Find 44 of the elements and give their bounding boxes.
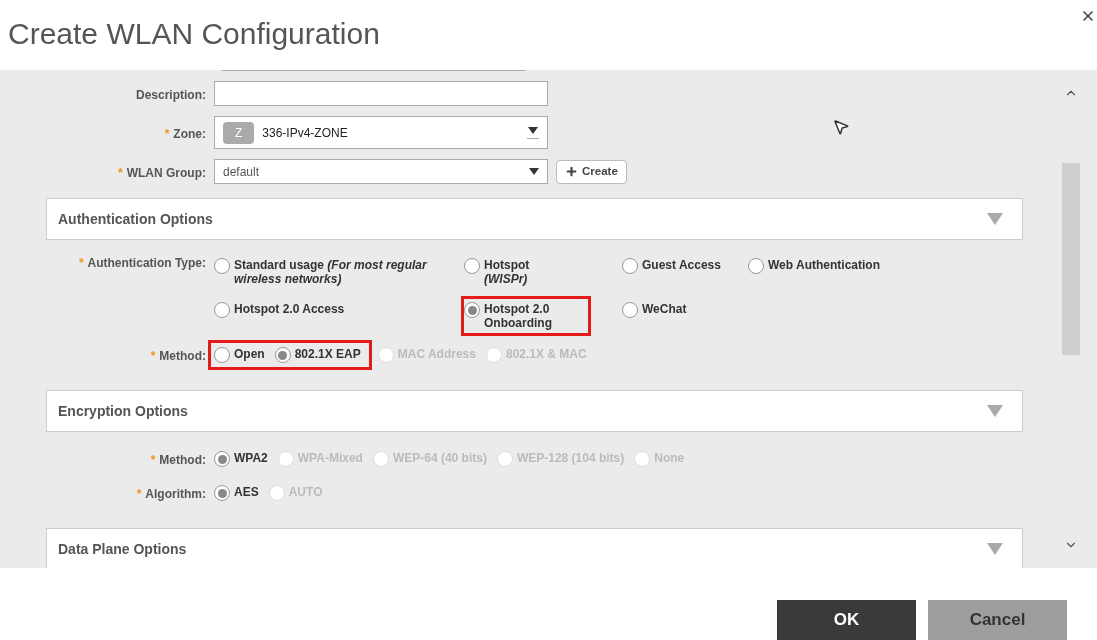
section-header[interactable]: Data Plane Options: [46, 528, 1023, 568]
field-label: Authentication Type:: [87, 255, 206, 272]
required-asterisk: *: [164, 125, 170, 143]
field-label: Method:: [159, 348, 206, 365]
window-title: Create WLAN Configuration: [8, 15, 380, 52]
create-button[interactable]: Create: [556, 159, 627, 184]
field-label: Description:: [136, 86, 206, 104]
radio-option[interactable]: Hotspot 2.0 Access: [214, 302, 345, 318]
field-label: Zone:: [173, 125, 206, 143]
required-asterisk: *: [150, 452, 156, 469]
radio-option[interactable]: AES: [214, 485, 259, 501]
dropdown-caret-icon: [527, 126, 539, 139]
zone-badge: Z: [223, 121, 255, 144]
radio-option[interactable]: WPA2: [214, 451, 268, 467]
radio-option[interactable]: Open: [214, 347, 265, 363]
required-asterisk: *: [78, 255, 84, 272]
required-asterisk: *: [118, 164, 123, 182]
zone-value: 336-IPv4-ZONE: [262, 124, 349, 142]
cursor-icon: [832, 118, 850, 136]
collapse-triangle-icon: [987, 543, 1003, 555]
wlan-group-select[interactable]: default: [214, 159, 548, 184]
radio-option[interactable]: WeChat: [622, 302, 687, 318]
radio-option[interactable]: Guest Access: [622, 258, 721, 274]
plus-icon: [565, 165, 578, 178]
field-label: WLAN Group:: [126, 164, 206, 182]
ok-button[interactable]: OK: [777, 600, 916, 640]
radio-option[interactable]: 802.1X EAP: [274, 347, 361, 363]
description-field[interactable]: [214, 81, 548, 106]
radio-option[interactable]: Hotspot 2.0 Onboarding: [464, 302, 564, 330]
zone-select[interactable]: Z 336-IPv4-ZONE: [214, 116, 548, 149]
section-header[interactable]: Authentication Options: [46, 198, 1023, 240]
dropdown-caret-icon: [529, 168, 539, 175]
required-asterisk: *: [150, 348, 156, 365]
collapse-triangle-icon: [987, 405, 1003, 417]
collapse-triangle-icon: [987, 213, 1003, 225]
radio-option[interactable]: Web Authentication: [748, 258, 880, 274]
radio-option[interactable]: Hotspot (WISPr): [464, 258, 564, 286]
section-header[interactable]: Encryption Options: [46, 390, 1023, 432]
required-asterisk: *: [136, 486, 142, 503]
field-label: Algorithm:: [145, 486, 206, 503]
field-label: Method:: [159, 452, 206, 469]
cancel-button[interactable]: Cancel: [928, 600, 1067, 640]
close-icon[interactable]: [1080, 8, 1096, 24]
radio-option[interactable]: Standard usage (For most regular wireless networks): [214, 258, 429, 286]
